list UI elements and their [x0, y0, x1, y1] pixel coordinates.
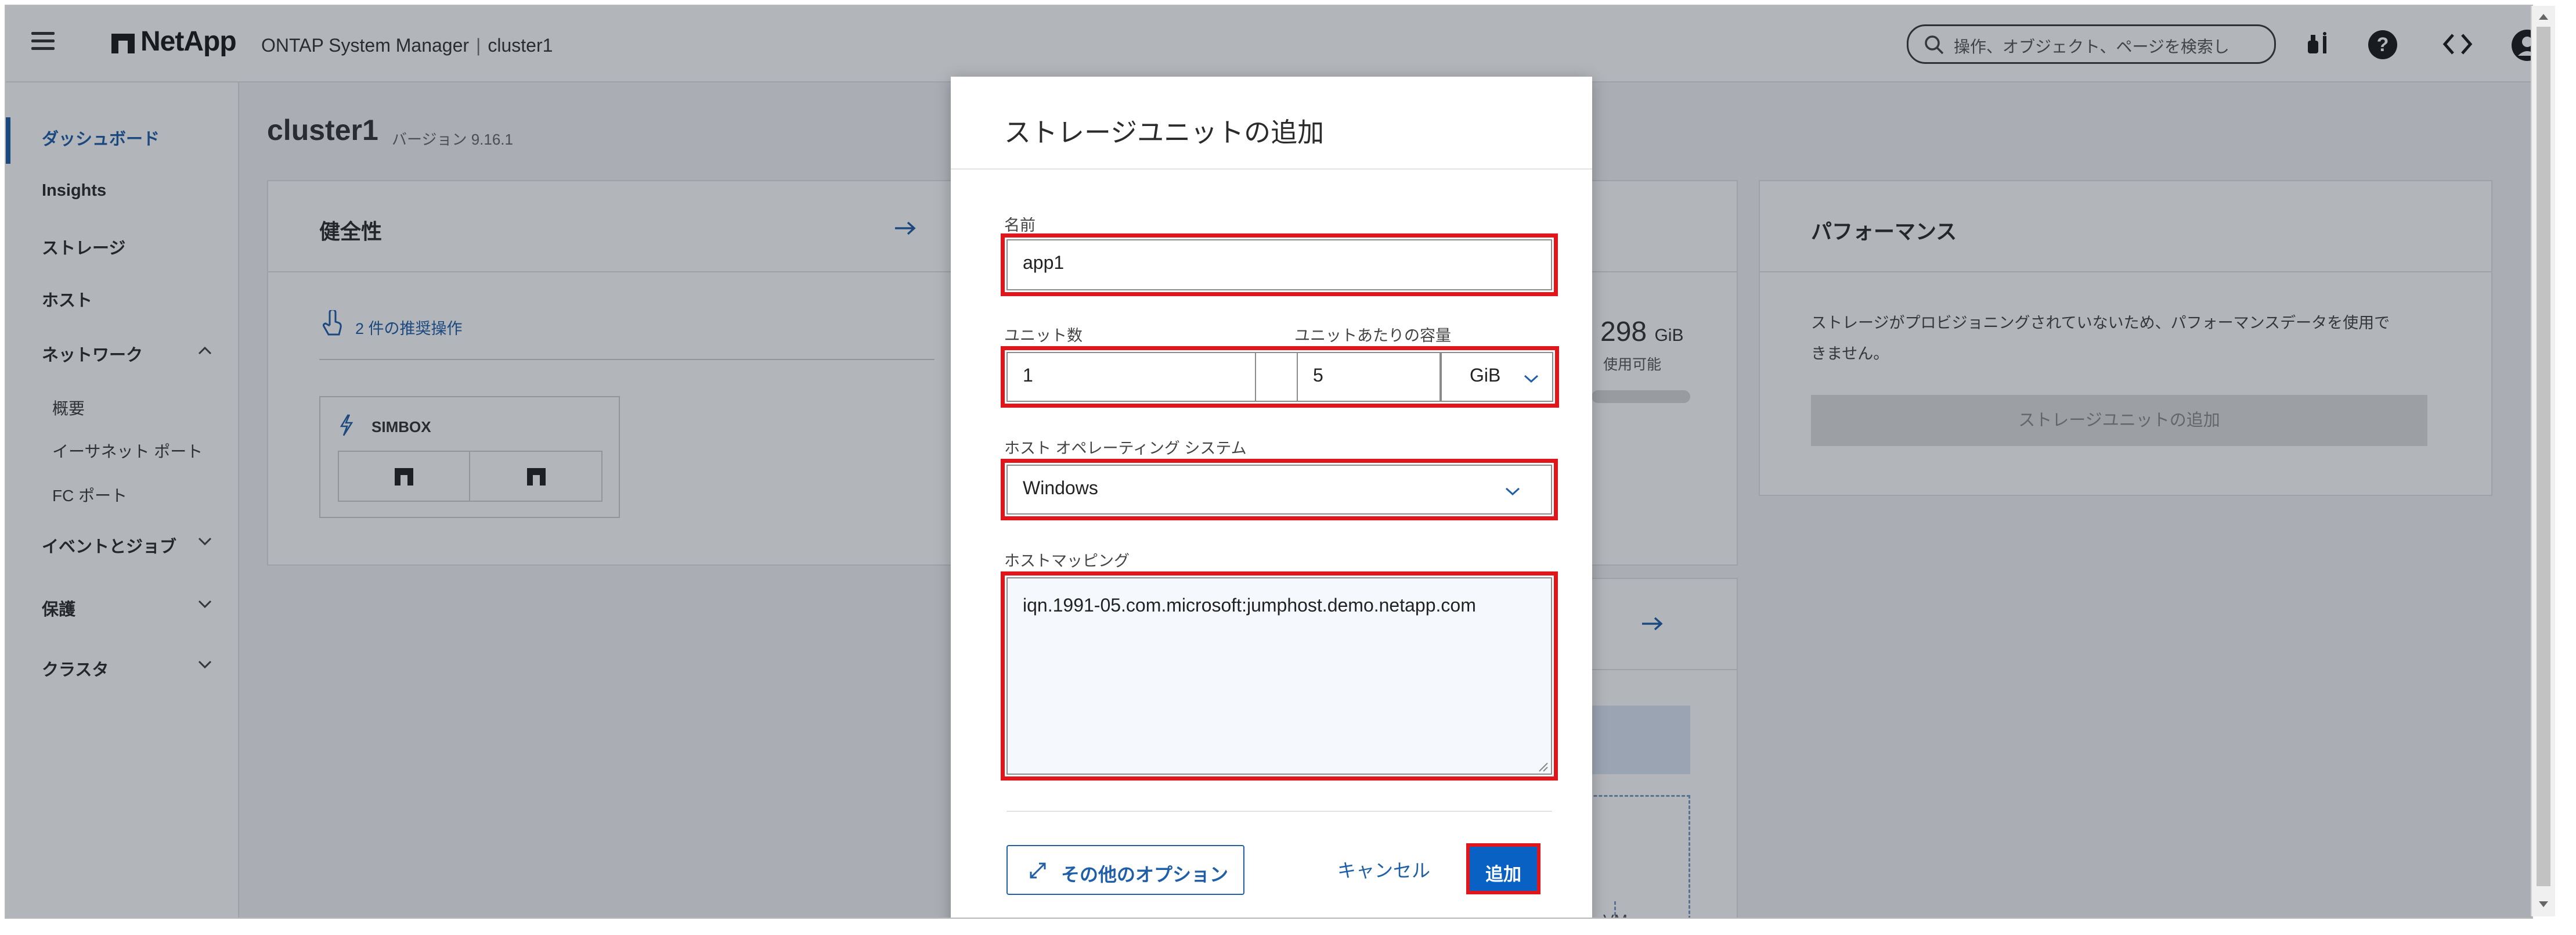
- host-mapping-label: ホストマッピング: [1004, 552, 1130, 570]
- chevron-down-icon: [1505, 487, 1520, 496]
- page-scrollbar[interactable]: [2531, 6, 2555, 916]
- add-button[interactable]: 追加: [1466, 843, 1540, 894]
- host-os-select[interactable]: Windows: [1006, 465, 1552, 515]
- chevron-down-icon: [1524, 375, 1539, 383]
- name-value: app1: [1023, 252, 1065, 273]
- scroll-up-icon[interactable]: [2538, 13, 2549, 21]
- name-input[interactable]: app1: [1006, 239, 1552, 290]
- resize-handle-icon[interactable]: [1537, 761, 1549, 772]
- capacity-unit-select[interactable]: GiB: [1441, 352, 1553, 402]
- host-os-value: Windows: [1023, 477, 1098, 498]
- capacity-per-unit-label: ユニットあたりの容量: [1294, 327, 1451, 344]
- scroll-down-icon[interactable]: [2538, 900, 2549, 908]
- app-window: NetApp ONTAP System Manager | cluster1 操作、…: [5, 5, 2533, 919]
- expand-icon: [1030, 862, 1046, 879]
- name-label: 名前: [1004, 217, 1036, 234]
- scroll-thumb[interactable]: [2537, 27, 2550, 886]
- capacity-per-unit-value: 5: [1313, 365, 1323, 386]
- more-options-label: その他のオプション: [1061, 864, 1229, 885]
- host-os-label: ホスト オペレーティング システム: [1004, 440, 1247, 457]
- more-options-button[interactable]: その他のオプション: [1006, 845, 1244, 895]
- host-mapping-value: iqn.1991-05.com.microsoft:jumphost.demo.…: [1023, 595, 1476, 616]
- divider: [951, 168, 1592, 170]
- unit-count-input[interactable]: 1: [1006, 352, 1256, 402]
- cancel-button[interactable]: キャンセル: [1337, 856, 1430, 883]
- dialog-title: ストレージユニットの追加: [1004, 117, 1325, 148]
- capacity-per-unit-input[interactable]: 5: [1297, 352, 1441, 402]
- unit-count-label: ユニット数: [1004, 327, 1083, 344]
- unit-count-value: 1: [1023, 365, 1033, 386]
- unit-count-spacer: [1256, 352, 1298, 402]
- add-storage-unit-dialog: ストレージユニットの追加 名前 app1 ユニット数 ユニットあたりの容量 1 …: [951, 77, 1592, 918]
- host-mapping-textarea[interactable]: iqn.1991-05.com.microsoft:jumphost.demo.…: [1006, 577, 1552, 775]
- add-button-label: 追加: [1485, 864, 1521, 884]
- capacity-unit-value: GiB: [1470, 365, 1501, 386]
- divider: [1006, 811, 1552, 812]
